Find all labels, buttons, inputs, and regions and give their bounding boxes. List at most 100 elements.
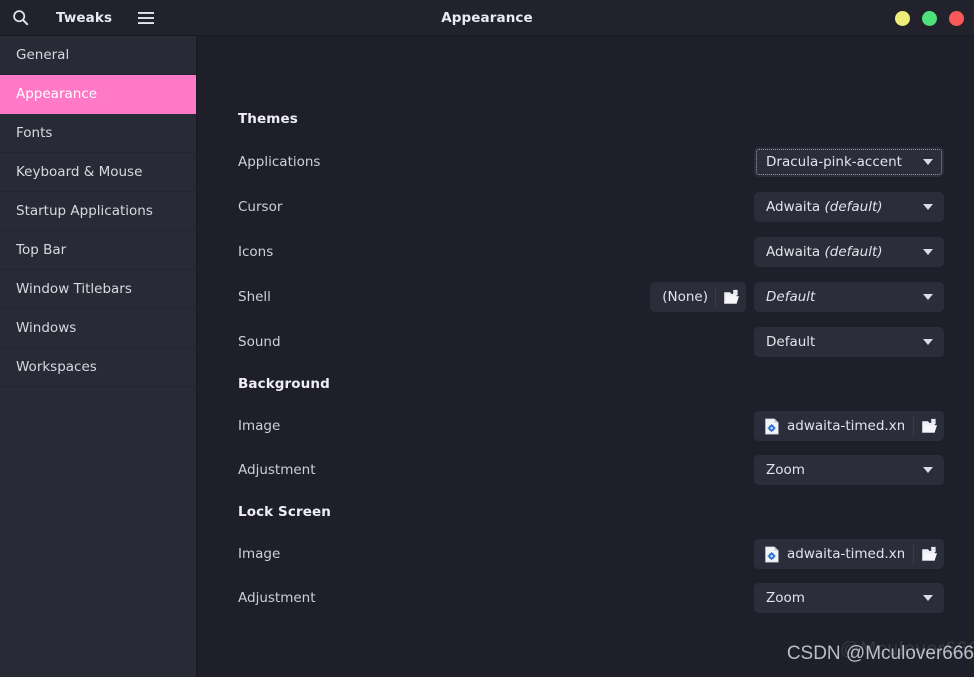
setting-label: Image bbox=[238, 546, 281, 562]
combobox-cursor[interactable]: Adwaita (default) bbox=[754, 192, 944, 222]
combobox-value: Adwaita (default) bbox=[766, 244, 883, 260]
xml-file-icon bbox=[764, 417, 780, 435]
sidebar-item-label: Appearance bbox=[16, 86, 98, 102]
setting-row: Image adwaita-timed.xml bbox=[238, 411, 944, 441]
chevron-down-icon bbox=[923, 595, 933, 601]
chevron-down-icon bbox=[923, 204, 933, 210]
combobox-shell[interactable]: Default bbox=[754, 282, 944, 312]
sidebar-item-label: Keyboard & Mouse bbox=[16, 164, 143, 180]
setting-control-group: Default bbox=[754, 327, 944, 357]
watermark-ghost-text: @Mculover666 bbox=[839, 639, 974, 660]
file-chooser-body[interactable]: adwaita-timed.xml bbox=[754, 539, 913, 569]
sidebar-item-workspaces[interactable]: Workspaces bbox=[0, 348, 196, 387]
sidebar-item-general[interactable]: General bbox=[0, 36, 196, 75]
combobox-value: Default bbox=[766, 334, 816, 350]
setting-row: Applications Dracula-pink-accent bbox=[238, 147, 944, 177]
sidebar-item-label: Fonts bbox=[16, 125, 53, 141]
section-title-lock-screen: Lock Screen bbox=[238, 504, 331, 520]
file-name-label: (None) bbox=[662, 289, 708, 305]
sidebar-item-appearance[interactable]: Appearance bbox=[0, 75, 196, 114]
open-file-button[interactable] bbox=[914, 539, 944, 569]
document-open-icon bbox=[723, 289, 740, 305]
setting-row: Adjustment Zoom bbox=[238, 583, 944, 613]
sidebar-item-windows[interactable]: Windows bbox=[0, 309, 196, 348]
combobox-value-suffix: (default) bbox=[824, 244, 883, 260]
window-controls bbox=[895, 0, 964, 36]
chevron-down-icon bbox=[923, 249, 933, 255]
combobox-applications[interactable]: Dracula-pink-accent bbox=[754, 147, 944, 177]
window-header-bar: Tweaks Appearance bbox=[0, 0, 974, 36]
combobox-value: Zoom bbox=[766, 590, 805, 606]
hamburger-menu-icon bbox=[137, 11, 155, 25]
sidebar-item-label: Startup Applications bbox=[16, 203, 153, 219]
setting-label: Image bbox=[238, 418, 281, 434]
setting-row: Cursor Adwaita (default) bbox=[238, 192, 944, 222]
app-title: Tweaks bbox=[56, 9, 113, 26]
search-button[interactable] bbox=[2, 3, 38, 33]
setting-label: Shell bbox=[238, 289, 271, 305]
sidebar-item-keyboard-mouse[interactable]: Keyboard & Mouse bbox=[0, 153, 196, 192]
window-body: General Appearance Fonts Keyboard & Mouse St… bbox=[0, 36, 974, 677]
close-button[interactable] bbox=[949, 10, 964, 26]
sidebar-item-label: Window Titlebars bbox=[16, 281, 132, 297]
sidebar-item-window-titlebars[interactable]: Window Titlebars bbox=[0, 270, 196, 309]
chevron-down-icon bbox=[923, 294, 933, 300]
setting-row: Sound Default bbox=[238, 327, 944, 357]
sidebar-item-label: Windows bbox=[16, 320, 77, 336]
setting-control-group: adwaita-timed.xml bbox=[754, 411, 944, 441]
file-chooser-image[interactable]: adwaita-timed.xml bbox=[754, 539, 944, 569]
chevron-down-icon bbox=[923, 339, 933, 345]
file-chooser-image[interactable]: adwaita-timed.xml bbox=[754, 411, 944, 441]
file-name-label: adwaita-timed.xml bbox=[787, 418, 904, 434]
combobox-icons[interactable]: Adwaita (default) bbox=[754, 237, 944, 267]
setting-control-group: Adwaita (default) bbox=[754, 192, 944, 222]
setting-row: Shell (None) Default bbox=[238, 282, 944, 312]
file-chooser-body[interactable]: adwaita-timed.xml bbox=[754, 411, 913, 441]
maximize-button[interactable] bbox=[922, 10, 937, 26]
open-file-button[interactable] bbox=[914, 411, 944, 441]
setting-control-group: Zoom bbox=[754, 455, 944, 485]
setting-row: Image adwaita-timed.xml bbox=[238, 539, 944, 569]
file-name-label: adwaita-timed.xml bbox=[787, 546, 904, 562]
tweaks-window: Tweaks Appearance General Appearance Fonts… bbox=[0, 0, 974, 677]
open-file-button[interactable] bbox=[716, 282, 746, 312]
file-chooser-body[interactable]: (None) bbox=[650, 282, 715, 312]
document-open-icon bbox=[921, 546, 938, 562]
setting-label: Adjustment bbox=[238, 590, 316, 606]
combobox-sound[interactable]: Default bbox=[754, 327, 944, 357]
sidebar-item-label: Workspaces bbox=[16, 359, 97, 375]
hamburger-menu-button[interactable] bbox=[128, 3, 164, 33]
setting-label: Adjustment bbox=[238, 462, 316, 478]
combobox-value: Adwaita (default) bbox=[766, 199, 883, 215]
setting-control-group: Zoom bbox=[754, 583, 944, 613]
setting-row: Icons Adwaita (default) bbox=[238, 237, 944, 267]
chevron-down-icon bbox=[923, 467, 933, 473]
header-left-group: Tweaks bbox=[0, 0, 164, 35]
combobox-value: Dracula-pink-accent bbox=[766, 154, 902, 170]
watermark: @Mculover666 CSDN @Mculover666 bbox=[724, 631, 974, 671]
minimize-button[interactable] bbox=[895, 10, 910, 26]
sidebar-item-label: General bbox=[16, 47, 70, 63]
search-icon bbox=[12, 9, 29, 26]
combobox-value-suffix: (default) bbox=[824, 199, 883, 215]
chevron-down-icon bbox=[923, 159, 933, 165]
setting-row: Adjustment Zoom bbox=[238, 455, 944, 485]
setting-label: Applications bbox=[238, 154, 321, 170]
setting-label: Sound bbox=[238, 334, 281, 350]
file-chooser-shell[interactable]: (None) bbox=[650, 282, 746, 312]
combobox-adjustment[interactable]: Zoom bbox=[754, 455, 944, 485]
setting-control-group: Adwaita (default) bbox=[754, 237, 944, 267]
setting-control-group: (None) Default bbox=[650, 282, 944, 312]
watermark-text: CSDN @Mculover666 bbox=[786, 643, 974, 664]
sidebar-item-label: Top Bar bbox=[16, 242, 67, 258]
combobox-adjustment[interactable]: Zoom bbox=[754, 583, 944, 613]
sidebar-item-top-bar[interactable]: Top Bar bbox=[0, 231, 196, 270]
sidebar-nav: General Appearance Fonts Keyboard & Mouse St… bbox=[0, 36, 197, 677]
section-title-themes: Themes bbox=[238, 111, 298, 127]
sidebar-item-fonts[interactable]: Fonts bbox=[0, 114, 196, 153]
document-open-icon bbox=[921, 418, 938, 434]
sidebar-item-startup-applications[interactable]: Startup Applications bbox=[0, 192, 196, 231]
setting-control-group: adwaita-timed.xml bbox=[754, 539, 944, 569]
combobox-value: Default bbox=[766, 289, 816, 305]
setting-control-group: Dracula-pink-accent bbox=[754, 147, 944, 177]
